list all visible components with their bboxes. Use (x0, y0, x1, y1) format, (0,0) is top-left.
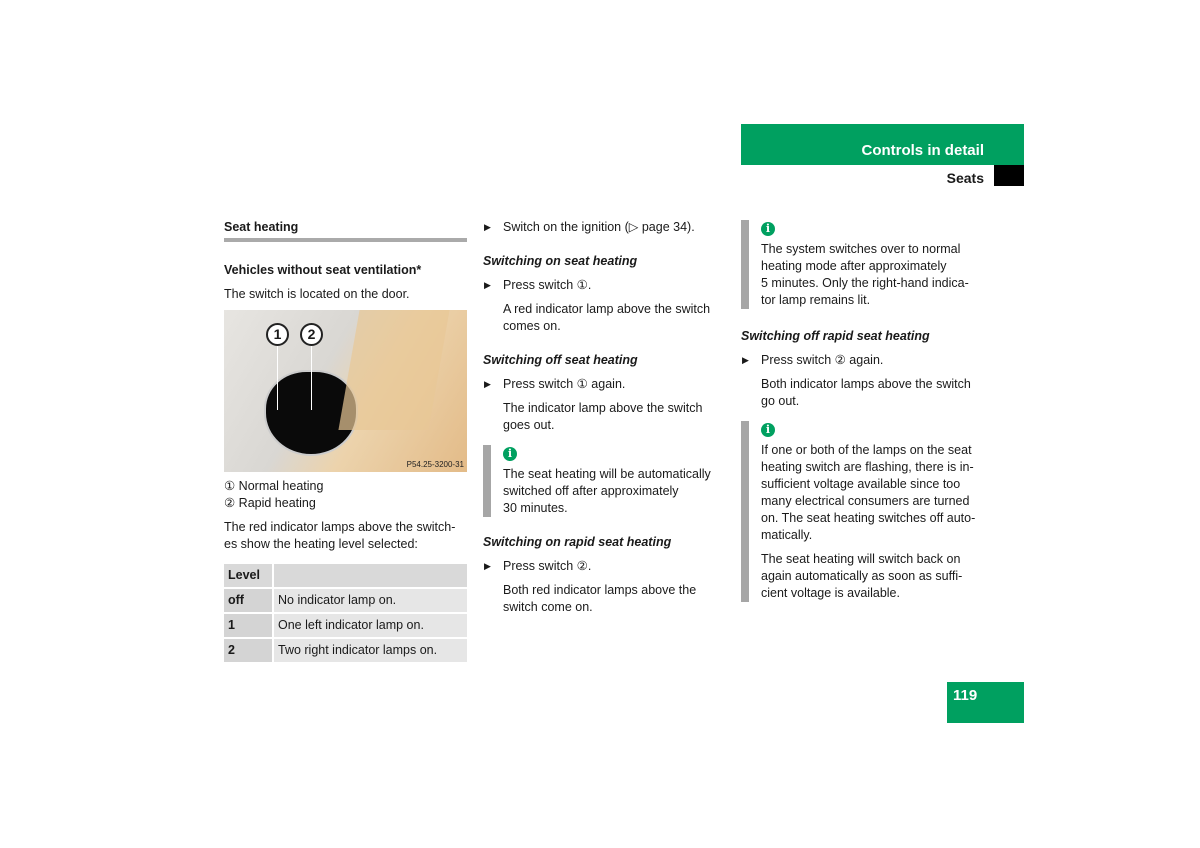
heading-seat-heating: Seat heating (224, 220, 299, 234)
intro-text: The switch is located on the door. (224, 287, 410, 301)
heading-rapid-off: Switching off rapid seat heating (741, 329, 930, 343)
table-row: 1 One left indicator lamp on. (224, 613, 467, 639)
result-4: Both indicator lamps above the switch go… (761, 377, 971, 408)
info-note: i If one or both of the lamps on the sea… (741, 421, 987, 602)
step-press-2-again: Press switch ② again. (741, 352, 987, 369)
section-title: Seats (946, 170, 984, 186)
column-2: Switch on the ignition (▷ page 34). Swit… (483, 219, 723, 616)
heading-off: Switching off seat heating (483, 353, 638, 367)
step-press-2: Press switch ②. (483, 558, 723, 575)
step-press-1: Press switch ①. (483, 277, 723, 294)
step-ignition: Switch on the ignition (▷ page 34). (483, 219, 723, 236)
manual-page: Controls in detail Seats Seat heating Ve… (0, 0, 1200, 848)
result-1: A red indicator lamp above the switch co… (503, 302, 711, 333)
info-text: The system switches over to normal heati… (761, 242, 969, 307)
info-icon: i (761, 222, 775, 236)
subheading: Vehicles without seat ventilation* (224, 263, 422, 277)
step-press-1-again: Press switch ① again. (483, 376, 723, 393)
column-1: Seat heating Vehicles without seat venti… (224, 219, 467, 664)
image-code: P54.25-3200-31 (406, 460, 464, 469)
info-icon: i (761, 423, 775, 437)
result-2: The indicator lamp above the switch goes… (503, 401, 703, 432)
callout-2: 2 (300, 323, 323, 346)
info-text: The seat heating will switch back on aga… (761, 552, 963, 600)
legend-1: ① Normal heating (224, 479, 324, 493)
page-number-box: 119 (947, 682, 1024, 723)
info-text: If one or both of the lamps on the seat … (761, 443, 976, 542)
level-text: The red indicator lamps above the switch… (224, 520, 456, 551)
table-row: off No indicator lamp on. (224, 588, 467, 614)
chapter-banner: Controls in detail (741, 124, 1024, 165)
door-switch-photo: 1 2 P54.25-3200-31 (224, 310, 467, 472)
callout-1: 1 (266, 323, 289, 346)
level-table: Level off No indicator lamp on. 1 One left… (224, 564, 467, 664)
page-number: 119 (953, 687, 978, 704)
heading-rapid-on: Switching on rapid seat heating (483, 535, 672, 549)
info-note: i The seat heating will be automatically… (483, 445, 723, 517)
info-text: The seat heating will be automatically s… (503, 467, 711, 515)
result-3: Both red indicator lamps above the switc… (503, 583, 697, 614)
info-icon: i (503, 447, 517, 461)
chapter-title: Controls in detail (861, 142, 984, 159)
legend-2: ② Rapid heating (224, 496, 316, 510)
section-marker (994, 165, 1024, 186)
column-3: i The system switches over to normal hea… (741, 220, 987, 602)
heading-rule (224, 238, 467, 242)
table-row: 2 Two right indicator lamps on. (224, 638, 467, 664)
info-note: i The system switches over to normal hea… (741, 220, 987, 309)
table-header: Level (224, 564, 467, 589)
heading-on: Switching on seat heating (483, 254, 638, 268)
